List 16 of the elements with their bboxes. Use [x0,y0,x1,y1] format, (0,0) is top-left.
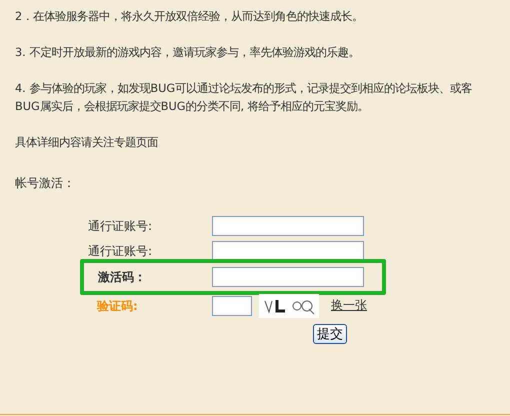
input-field[interactable] [212,266,364,287]
paragraph-line: 具体详细内容请关注专题页面 [15,135,159,151]
captcha-label: 验证码: [96,298,139,314]
input-field[interactable] [212,241,364,262]
refresh-captcha-link[interactable]: 换一张 [331,297,367,314]
paragraph-line: BUG属实后，会根据玩家提交BUG的分类不同, 将给予相应的元宝奖励。 [15,99,370,115]
paragraph-line: 4. 参与体验的玩家，如发现BUG可以通过论坛发布的形式，记录提交到相应的论坛板块、或客 [15,81,474,97]
input-field[interactable] [212,216,364,236]
field-label: 通行证账号: [88,243,154,260]
field-label: 激活码： [97,268,147,285]
captcha-field[interactable] [212,296,252,316]
field-label: 通行证账号: [88,218,154,234]
paragraph-line: 2．在体验服务器中，将永久开放双倍经验，从而达到角色的快速成长。 [15,9,364,25]
submit-button[interactable]: 提交 [313,324,347,344]
section-title: 帐号激活： [15,175,76,192]
paragraph-line: 3. 不定时开放最新的游戏内容，邀请玩家参与，率先体验游戏的乐趣。 [15,45,360,61]
